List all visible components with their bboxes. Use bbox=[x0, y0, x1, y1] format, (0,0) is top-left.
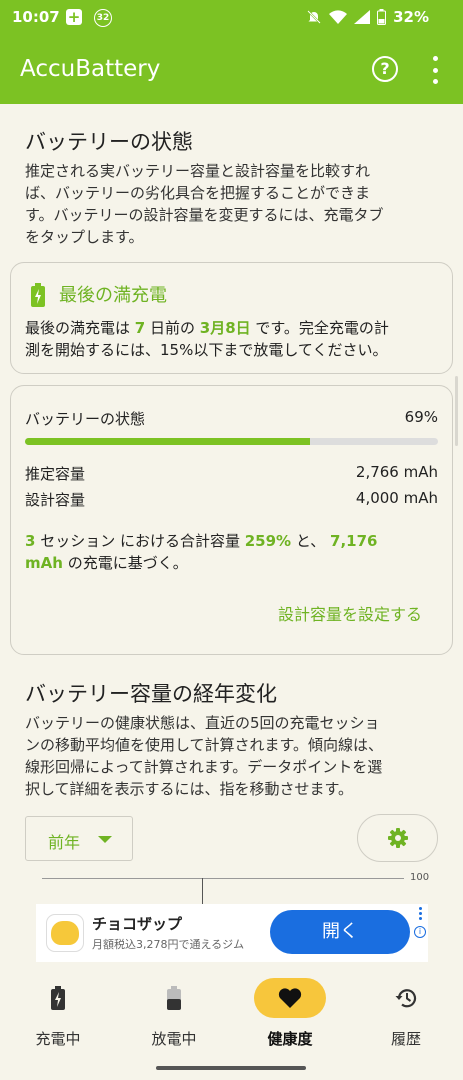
gear-icon bbox=[387, 828, 408, 848]
last-charge-date: 3月8日 bbox=[199, 319, 251, 337]
wifi-icon bbox=[329, 10, 348, 24]
capacity-trend-description: バッテリーの健康状態は、直近の5回の充電セッショ ンの移動平均値を使用して計算さ… bbox=[25, 712, 437, 800]
description-line: をタップします。 bbox=[25, 228, 144, 246]
nav-discharging[interactable]: 放電中 bbox=[116, 978, 232, 1058]
ad-logo bbox=[46, 914, 84, 952]
battery-health-card: バッテリーの状態 69% 推定容量 2,766 mAh 設計容量 4,000 m… bbox=[10, 385, 453, 655]
nav-label: 健康度 bbox=[267, 1030, 313, 1048]
health-content[interactable]: バッテリーの状態 推定される実バッテリー容量と設計容量を比較すれ ば、バッテリー… bbox=[0, 104, 463, 904]
estimated-capacity-value: 2,766 mAh bbox=[355, 463, 438, 481]
info-icon: i bbox=[414, 926, 426, 938]
chevron-down-icon bbox=[98, 836, 112, 843]
discharging-battery-icon bbox=[167, 986, 181, 1010]
nav-history[interactable]: 履歴 bbox=[348, 978, 463, 1058]
mute-icon bbox=[307, 10, 321, 24]
heart-icon bbox=[278, 988, 302, 1008]
ad-subtitle: 月額税込3,278円で通えるジム bbox=[92, 938, 245, 951]
text-segment: 日前の bbox=[145, 319, 200, 337]
charged-mah-value: 7,176 bbox=[330, 532, 378, 550]
description-line: ンの移動平均値を使用して計算されます。傾向線は、 bbox=[25, 736, 384, 754]
period-dropdown[interactable]: 前年 bbox=[25, 816, 133, 861]
ad-open-button[interactable]: 開く bbox=[270, 910, 410, 954]
plus-notification-icon: + bbox=[66, 8, 82, 26]
status-time: 10:07 bbox=[12, 8, 60, 26]
status-bar: 10:07 + 32 32% bbox=[0, 0, 463, 36]
last-full-charge-text: 最後の満充電は 7 日前の 3月8日 です。完全充電の計 測を開始するには、15… bbox=[25, 317, 445, 361]
text-segment: セッション における合計容量 bbox=[35, 532, 245, 550]
health-row: バッテリーの状態 69% bbox=[25, 408, 438, 429]
days-ago-value: 7 bbox=[134, 319, 146, 337]
design-capacity-value: 4,000 mAh bbox=[355, 489, 438, 507]
status-icons: 32% bbox=[306, 8, 429, 26]
last-full-charge-title: 最後の満充電 bbox=[59, 285, 167, 306]
scrollbar[interactable] bbox=[455, 376, 458, 446]
total-capacity-percent: 259% bbox=[244, 532, 292, 550]
text-segment: です。完全充電の計 bbox=[250, 319, 389, 337]
description-line: 推定される実バッテリー容量と設計容量を比較すれ bbox=[25, 162, 371, 180]
ad-info-icon[interactable]: i bbox=[414, 907, 426, 957]
description-line: ば、バッテリーの劣化具合を把握することができま bbox=[25, 184, 371, 202]
bottom-navigation: 充電中 放電中 健康度 履歴 bbox=[0, 962, 463, 1080]
text-segment: 最後の満充電は bbox=[25, 319, 135, 337]
notification-count-badge: 32 bbox=[94, 9, 112, 27]
session-count: 3 bbox=[25, 532, 36, 550]
charged-mah-unit: mAh bbox=[25, 554, 63, 572]
description-line: 線形回帰によって計算されます。データポイントを選 bbox=[25, 758, 383, 776]
charging-battery-icon bbox=[31, 283, 45, 307]
nav-label: 履歴 bbox=[390, 1030, 421, 1048]
capacity-trend-heading: バッテリー容量の経年変化 bbox=[25, 682, 277, 706]
nav-charging[interactable]: 充電中 bbox=[0, 978, 116, 1058]
last-full-charge-card: 最後の満充電 最後の満充電は 7 日前の 3月8日 です。完全充電の計 測を開始… bbox=[10, 262, 453, 374]
chart-settings-button[interactable] bbox=[357, 814, 438, 862]
nav-label: 放電中 bbox=[151, 1030, 197, 1048]
text-segment: の充電に基づく。 bbox=[62, 554, 188, 572]
charging-battery-icon bbox=[51, 986, 65, 1010]
design-capacity-label: 設計容量 bbox=[25, 491, 86, 509]
battery-health-heading: バッテリーの状態 bbox=[25, 130, 193, 154]
app-bar: AccuBattery ? bbox=[0, 36, 463, 104]
health-summary: 3 セッション における合計容量 259% と、 7,176 mAh の充電に基… bbox=[25, 530, 425, 574]
chart-axis-label: 100 bbox=[410, 872, 430, 883]
estimated-capacity-row: 推定容量 2,766 mAh bbox=[25, 463, 438, 484]
nav-label: 充電中 bbox=[35, 1030, 81, 1048]
estimated-capacity-label: 推定容量 bbox=[25, 465, 86, 483]
battery-status-icon bbox=[377, 9, 387, 25]
text-segment: 測を開始するには、15%以下まで放電してください。 bbox=[25, 341, 388, 359]
chart-axis bbox=[202, 878, 203, 904]
more-options-icon[interactable] bbox=[426, 56, 444, 84]
app-title: AccuBattery bbox=[20, 56, 161, 82]
health-progress-bar bbox=[25, 438, 438, 445]
chart-gridline bbox=[42, 878, 404, 879]
description-line: す。バッテリーの設計容量を変更するには、充電タブ bbox=[25, 206, 384, 224]
ad-banner[interactable]: チョコザップ 月額税込3,278円で通えるジム 開く i bbox=[36, 904, 428, 962]
design-capacity-row: 設計容量 4,000 mAh bbox=[25, 489, 438, 510]
battery-percent: 32% bbox=[393, 8, 429, 26]
period-selected: 前年 bbox=[48, 833, 81, 852]
health-value: 69% bbox=[404, 408, 438, 426]
signal-icon bbox=[354, 10, 371, 24]
health-label: バッテリーの状態 bbox=[25, 410, 146, 428]
home-indicator[interactable] bbox=[156, 1066, 306, 1070]
text-segment: と、 bbox=[291, 532, 331, 550]
set-design-capacity-button[interactable]: 設計容量を設定する bbox=[278, 601, 422, 625]
health-progress-fill bbox=[25, 438, 310, 445]
help-button[interactable]: ? bbox=[372, 56, 398, 82]
ad-title: チョコザップ bbox=[92, 915, 183, 933]
nav-health[interactable]: 健康度 bbox=[232, 978, 348, 1058]
battery-health-description: 推定される実バッテリー容量と設計容量を比較すれ ば、バッテリーの劣化具合を把握す… bbox=[25, 160, 437, 248]
description-line: 択して詳細を表示するには、指を移動させます。 bbox=[25, 780, 354, 798]
history-icon bbox=[395, 989, 417, 1008]
description-line: バッテリーの健康状態は、直近の5回の充電セッショ bbox=[25, 714, 380, 732]
